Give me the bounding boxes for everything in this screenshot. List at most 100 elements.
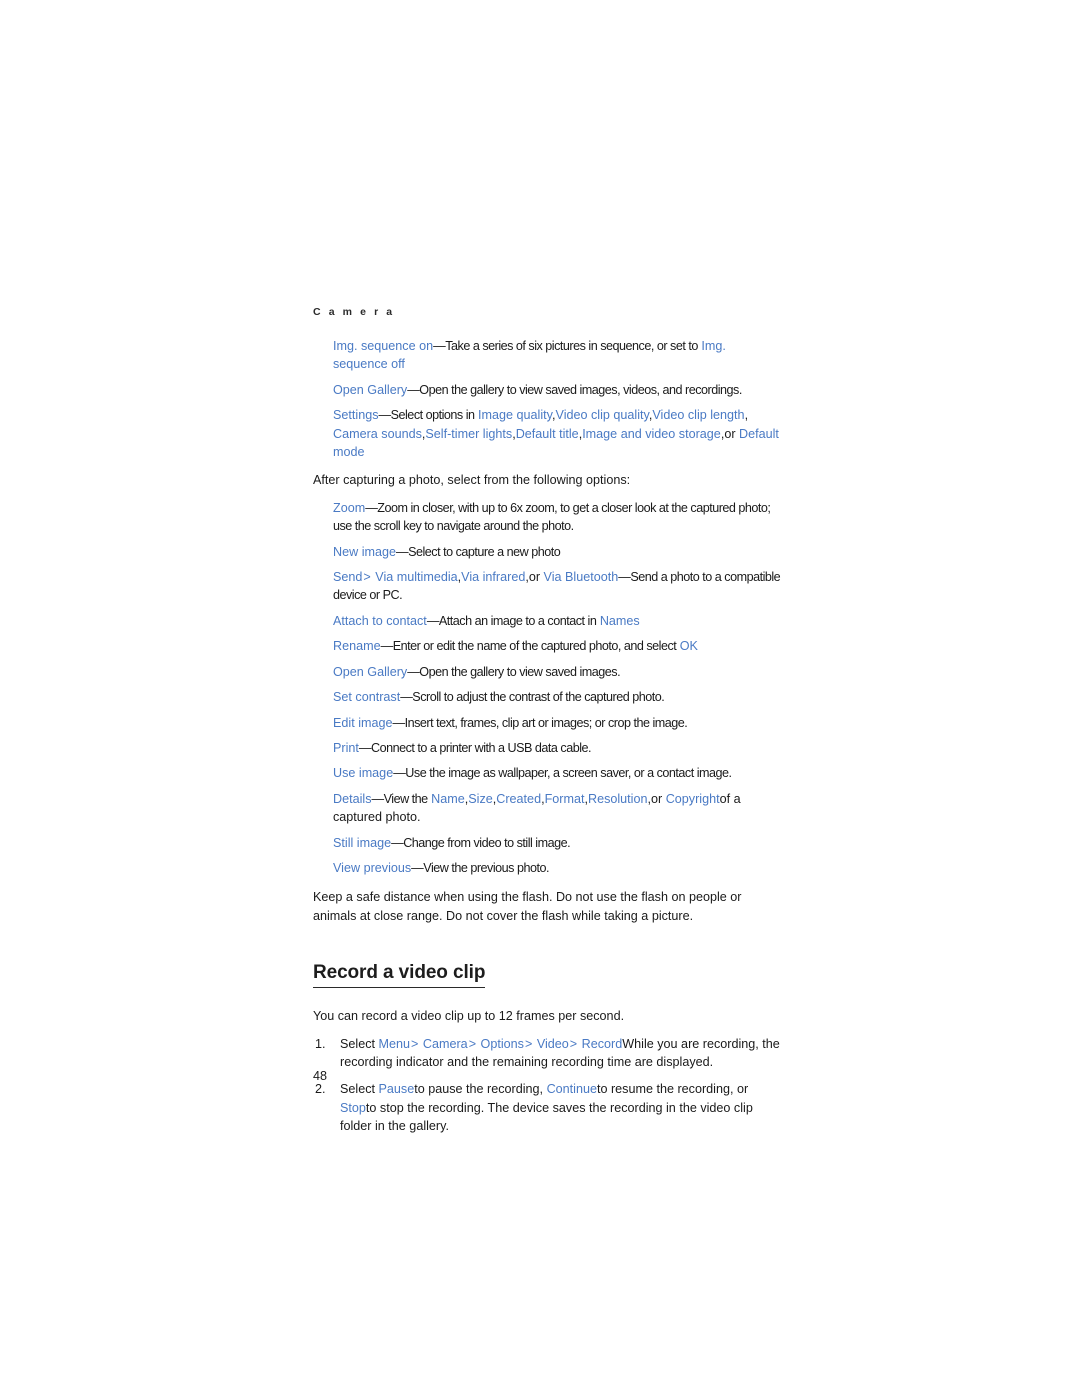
term-names: Names: [599, 613, 640, 628]
term-camera: Camera: [422, 1036, 468, 1051]
step-1: 1. Select Menu> Camera> Options> Video> R…: [313, 1035, 783, 1072]
option-view-previous: View previous—View the previous photo.: [313, 859, 783, 877]
term-zoom: Zoom: [333, 500, 366, 515]
chevron-right-icon: >: [363, 570, 371, 585]
term-menu: Menu: [378, 1036, 411, 1051]
term-via-multimedia: Via multimedia: [375, 570, 458, 585]
option-still-image: Still image—Change from video to still i…: [313, 834, 783, 852]
term-video-clip-quality: Video clip quality: [555, 408, 649, 423]
option-settings-text: —Select options in: [378, 408, 476, 423]
term-continue: Continue: [546, 1082, 597, 1097]
section-heading-record-a-video-clip: Record a video clip: [313, 962, 485, 989]
step-2-text-1: to pause the recording,: [414, 1082, 544, 1097]
option-img-sequence: Img. sequence on—Take a series of six pi…: [313, 337, 783, 374]
page-number: 48: [313, 1069, 328, 1083]
option-img-sequence-text: —Take a series of six pictures in sequen…: [433, 339, 698, 353]
record-intro: You can record a video clip up to 12 fra…: [313, 1009, 625, 1024]
term-video: Video: [536, 1036, 569, 1051]
term-resolution: Resolution: [587, 791, 648, 806]
option-print-text: —Connect to a printer with a USB data ca…: [358, 740, 592, 755]
option-set-contrast-text: —Scroll to adjust the contrast of the ca…: [400, 690, 665, 705]
term-name: Name: [431, 791, 465, 806]
option-new-image: New image—Select to capture a new photo: [313, 543, 783, 561]
send-conjunction: or: [528, 570, 541, 585]
option-set-contrast: Set contrast—Scroll to adjust the contra…: [313, 688, 783, 706]
term-created: Created: [496, 791, 542, 806]
option-details-text: —View the: [371, 791, 429, 806]
term-details: Details: [333, 791, 372, 806]
step-2-lead: Select: [340, 1082, 376, 1097]
term-attach-to-contact: Attach to contact: [333, 613, 427, 628]
term-format: Format: [544, 791, 585, 806]
option-rename-text: —Enter or edit the name of the captured …: [380, 639, 677, 654]
term-print: Print: [333, 740, 359, 755]
term-ok: OK: [679, 639, 698, 654]
term-image-quality: Image quality: [478, 408, 553, 423]
option-send: Send> Via multimedia,Via infrared,or Via…: [333, 570, 781, 603]
chevron-right-icon-2: >: [468, 1036, 477, 1051]
term-self-timer-lights: Self-timer lights: [425, 426, 513, 441]
term-stop: Stop: [340, 1100, 366, 1115]
page-content: C a m e r a Img. sequence on—Take a seri…: [313, 305, 783, 1145]
option-settings: Settings—Select options in Image quality…: [333, 408, 779, 460]
chevron-right-icon-3: >: [524, 1036, 533, 1051]
option-rename: Rename—Enter or edit the name of the cap…: [313, 637, 783, 655]
option-details: Details—View the Name,Size,Created,Forma…: [333, 791, 741, 825]
term-new-image: New image: [333, 544, 396, 559]
term-view-previous: View previous: [333, 860, 412, 875]
option-edit-image-text: —Insert text, frames, clip art or images…: [392, 715, 688, 730]
option-attach-text: —Attach an image to a contact in: [426, 613, 597, 628]
term-open-gallery: Open Gallery: [333, 382, 408, 397]
term-copyright: Copyright: [665, 791, 720, 806]
term-send: Send: [333, 570, 363, 585]
option-open-gallery-text: —Open the gallery to view saved images, …: [407, 382, 742, 397]
record-video-section: Record a video clip: [313, 936, 783, 998]
settings-conjunction: or: [724, 426, 736, 441]
option-print: Print—Connect to a printer with a USB da…: [313, 739, 783, 757]
term-default-title: Default title: [515, 426, 579, 441]
chevron-right-icon-4: >: [569, 1036, 578, 1051]
record-steps-list: 1. Select Menu> Camera> Options> Video> R…: [313, 1035, 783, 1136]
step-2-number: 2.: [315, 1082, 326, 1097]
term-img-sequence-on: Img. sequence on: [333, 339, 434, 353]
step-1-number: 1.: [315, 1036, 326, 1051]
step-2-text-2: to resume the recording, or: [596, 1082, 749, 1097]
step-2: 2. Select Pauseto pause the recording, Co…: [313, 1080, 783, 1135]
option-edit-image: Edit image—Insert text, frames, clip art…: [313, 714, 783, 732]
option-view-previous-text: —View the previous photo.: [411, 860, 549, 875]
term-record: Record: [581, 1036, 623, 1051]
term-video-clip-length: Video clip length: [652, 408, 745, 423]
option-zoom-text: —Zoom in closer, with up to 6x zoom, to …: [333, 500, 771, 534]
step-1-lead: Select: [340, 1036, 376, 1051]
term-size: Size: [468, 791, 493, 806]
term-set-contrast: Set contrast: [333, 690, 401, 705]
document-page: C a m e r a Img. sequence on—Take a seri…: [0, 0, 1080, 1397]
option-zoom: Zoom—Zoom in closer, with up to 6x zoom,…: [313, 499, 783, 536]
term-open-gallery-2: Open Gallery: [333, 664, 408, 679]
term-pause: Pause: [378, 1082, 415, 1097]
after-capture-list: Zoom—Zoom in closer, with up to 6x zoom,…: [313, 499, 783, 878]
option-open-gallery-2-text: —Open the gallery to view saved images.: [407, 664, 621, 679]
option-open-gallery-2: Open Gallery—Open the gallery to view sa…: [313, 663, 783, 681]
option-still-image-text: —Change from video to still image.: [391, 835, 571, 850]
term-use-image: Use image: [333, 766, 394, 781]
term-settings: Settings: [333, 408, 379, 423]
after-capture-lede: After capturing a photo, select from the…: [313, 473, 631, 488]
term-via-infrared: Via infrared: [461, 570, 526, 585]
term-image-video-storage: Image and video storage: [582, 426, 721, 441]
option-use-image: Use image—Use the image as wallpaper, a …: [313, 764, 783, 782]
option-open-gallery: Open Gallery—Open the gallery to view sa…: [313, 381, 783, 399]
running-head: C a m e r a: [313, 306, 395, 318]
term-via-bluetooth: Via Bluetooth: [543, 570, 619, 585]
term-camera-sounds: Camera sounds: [333, 426, 422, 441]
term-edit-image: Edit image: [333, 715, 393, 730]
camera-options-list: Img. sequence on—Take a series of six pi…: [313, 337, 783, 461]
chevron-right-icon-1: >: [411, 1036, 419, 1051]
option-new-image-text: —Select to capture a new photo: [396, 544, 561, 559]
term-rename: Rename: [333, 639, 381, 654]
term-options: Options: [480, 1036, 524, 1051]
details-conjunction: or: [650, 791, 663, 806]
flash-safety-note: Keep a safe distance when using the flas…: [313, 890, 742, 923]
option-attach-to-contact: Attach to contact—Attach an image to a c…: [313, 612, 783, 630]
step-2-text-3: to stop the recording. The device saves …: [340, 1100, 753, 1134]
